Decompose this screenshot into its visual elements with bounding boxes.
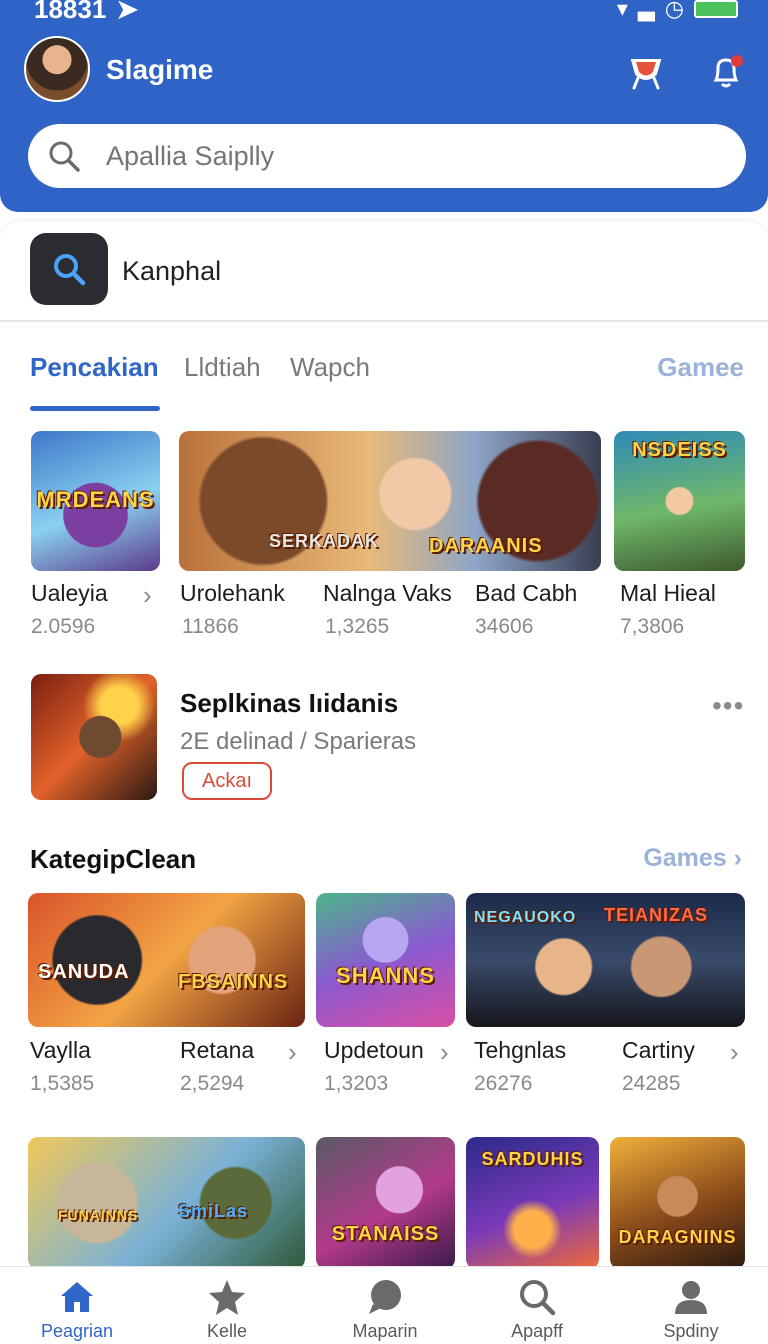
- signal-icon: ▃: [637, 0, 655, 21]
- search-input[interactable]: [106, 140, 666, 172]
- game-count: 11866: [182, 615, 239, 638]
- home-icon: [56, 1277, 98, 1317]
- nav-messages[interactable]: Maparin: [308, 1267, 462, 1344]
- tab-wapch[interactable]: Wapch: [290, 352, 370, 383]
- game-logo: SHANNS: [336, 963, 435, 988]
- game-logo: NSDEISS: [632, 439, 727, 461]
- featured-game-art[interactable]: [31, 674, 157, 800]
- game-name[interactable]: Ualeyia: [31, 580, 108, 607]
- alarm-icon: ◷: [664, 0, 684, 21]
- featured-action-button[interactable]: Ackaı: [182, 762, 272, 800]
- nav-profile[interactable]: Spdiny: [614, 1267, 768, 1344]
- game-name[interactable]: Vaylla: [30, 1037, 91, 1064]
- chat-icon: [364, 1277, 406, 1317]
- game-logo: SARDUHIS: [481, 1149, 584, 1169]
- quick-search-label: Kanphal: [122, 256, 222, 286]
- app-search-icon[interactable]: [30, 233, 108, 305]
- wifi-icon: ▾: [616, 0, 628, 21]
- game-name[interactable]: Cartiny: [622, 1037, 695, 1064]
- game-tile[interactable]: MRDEANS: [31, 431, 160, 571]
- app-header: 18831 ➤ ▾ ▃ ◷ Slagime: [0, 0, 768, 212]
- game-logo: SANUDA: [38, 961, 130, 983]
- game-count: 26276: [474, 1072, 533, 1095]
- game-name[interactable]: Bad Cabh: [475, 580, 577, 607]
- app-title: Slagime: [106, 54, 214, 85]
- game-logo: SmiLas: [178, 1201, 249, 1221]
- avatar[interactable]: [24, 36, 90, 102]
- game-tile[interactable]: STANAISS: [316, 1137, 455, 1269]
- status-time: 18831: [34, 0, 107, 24]
- game-count: 1,3265: [325, 615, 390, 638]
- quick-search-card[interactable]: Kanphal: [0, 222, 768, 322]
- game-count: 24285: [622, 1072, 681, 1095]
- game-logo: TEIANIZAS: [604, 905, 709, 925]
- game-name[interactable]: Urolehank: [180, 580, 285, 607]
- chevron-right-icon[interactable]: ›: [143, 580, 152, 611]
- game-logo: STANAISS: [331, 1223, 440, 1245]
- game-banner[interactable]: SERKADAK DARAANIS: [179, 431, 601, 571]
- section-link[interactable]: Games ›: [643, 844, 742, 873]
- game-name[interactable]: Retana: [180, 1037, 254, 1064]
- game-banner[interactable]: SANUDA FBSAINNS: [28, 893, 305, 1027]
- nav-search[interactable]: Apapff: [460, 1267, 614, 1344]
- app-screen: 18831 ➤ ▾ ▃ ◷ Slagime Apallia Saiplly Ka…: [0, 0, 768, 1344]
- tab-gamee[interactable]: Gamee: [657, 352, 744, 383]
- search-bar[interactable]: [28, 124, 746, 188]
- game-count: 1,5385: [30, 1072, 95, 1095]
- game-name[interactable]: Nalnga Vaks: [323, 580, 452, 607]
- status-bar: 18831 ➤: [34, 0, 138, 25]
- nav-label: Apapff: [511, 1321, 563, 1341]
- game-name[interactable]: Mal Hieal: [620, 580, 716, 607]
- chevron-right-icon[interactable]: ›: [730, 1037, 739, 1068]
- game-banner[interactable]: FUNAINNS SmiLas: [28, 1137, 305, 1269]
- game-tile[interactable]: SHANNS: [316, 893, 455, 1027]
- nav-home[interactable]: Peagrian: [0, 1267, 154, 1344]
- section-title: KategipClean: [30, 844, 197, 874]
- game-tile[interactable]: NSDEISS: [614, 431, 745, 571]
- location-icon: ➤: [116, 0, 139, 24]
- search-icon: [49, 141, 80, 172]
- featured-title[interactable]: Seplkinas Iıidanis: [180, 688, 398, 719]
- nav-label: Kelle: [206, 1321, 248, 1341]
- status-indicators: ▾ ▃ ◷: [617, 0, 738, 22]
- chevron-right-icon[interactable]: ›: [288, 1037, 297, 1068]
- game-name[interactable]: Tehgnlas: [474, 1037, 566, 1064]
- featured-subtitle: 2E delinad / Sparieras: [180, 728, 417, 755]
- nav-label: Spdiny: [663, 1321, 719, 1341]
- search-icon: [516, 1277, 558, 1317]
- star-icon: [206, 1277, 248, 1317]
- game-logo: FUNAINNS: [57, 1207, 139, 1223]
- profile-icon: [670, 1277, 712, 1317]
- game-logo: SERKADAK: [269, 531, 380, 551]
- game-count: 1,3203: [324, 1072, 389, 1095]
- game-tile[interactable]: DARAGNINS: [610, 1137, 745, 1269]
- game-logo: DARAANIS: [429, 535, 543, 557]
- bottom-navigation: Peagrian Kelle Maparin Apapff Spdiny: [0, 1266, 768, 1344]
- game-logo: NEGAUOKO: [474, 909, 577, 926]
- more-options-icon[interactable]: •••: [712, 690, 744, 722]
- game-name[interactable]: Updetoun: [324, 1037, 424, 1064]
- battery-icon: [694, 0, 738, 18]
- trophy-icon[interactable]: [626, 52, 666, 92]
- game-banner[interactable]: NEGAUOKO TEIANIZAS: [466, 893, 745, 1027]
- game-logo: DARAGNINS: [618, 1227, 737, 1247]
- nav-label: Peagrian: [40, 1321, 114, 1341]
- game-tile[interactable]: SARDUHIS: [466, 1137, 599, 1269]
- bell-icon[interactable]: [706, 52, 746, 92]
- game-count: 34606: [475, 615, 534, 638]
- nav-label: Maparin: [352, 1321, 418, 1341]
- game-logo: MRDEANS: [36, 487, 155, 512]
- tab-lldtiah[interactable]: Lldtiah: [184, 352, 261, 383]
- active-tab-indicator: [30, 406, 160, 411]
- game-count: 2.0596: [31, 615, 96, 638]
- game-count: 7,3806: [620, 615, 685, 638]
- tab-pencakian[interactable]: Pencakian: [30, 352, 159, 383]
- nav-favorites[interactable]: Kelle: [150, 1267, 304, 1344]
- tab-bar: Pencakian Lldtiah Wapch Gamee: [0, 344, 768, 414]
- section-link-label[interactable]: Games: [643, 844, 726, 872]
- chevron-right-icon[interactable]: ›: [440, 1037, 449, 1068]
- game-count: 2,5294: [180, 1072, 245, 1095]
- game-logo: FBSAINNS: [178, 971, 289, 993]
